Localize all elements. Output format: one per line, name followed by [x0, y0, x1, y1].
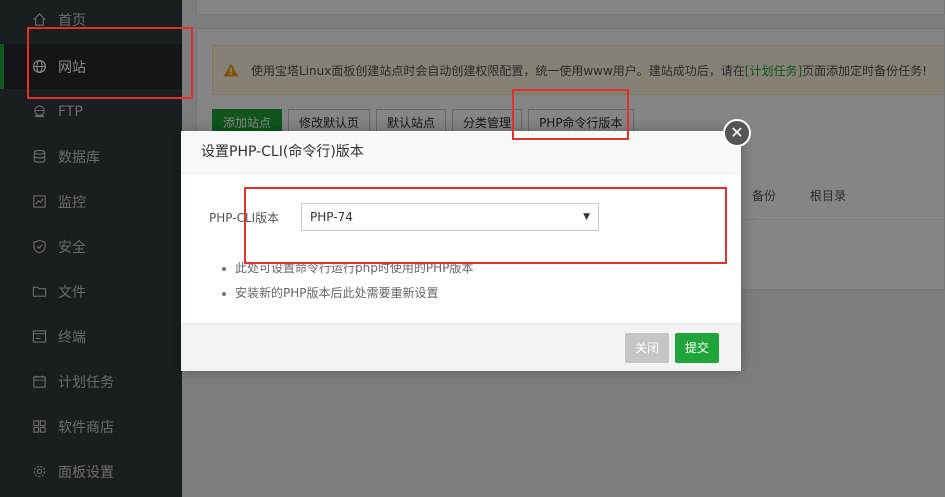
- submit-button[interactable]: 提交: [675, 333, 720, 363]
- close-icon[interactable]: ✕: [723, 119, 751, 147]
- dialog-title: 设置PHP-CLI(命令行)版本: [181, 131, 741, 174]
- dialog-footer: 关闭 提交: [181, 323, 741, 371]
- annotation-box-website: [27, 27, 193, 99]
- annotation-box-php-button: [512, 89, 629, 140]
- tip-item: 安装新的PHP版本后此处需要重新设置: [219, 281, 473, 306]
- annotation-box-version-select: [244, 187, 727, 264]
- close-button[interactable]: 关闭: [625, 333, 670, 363]
